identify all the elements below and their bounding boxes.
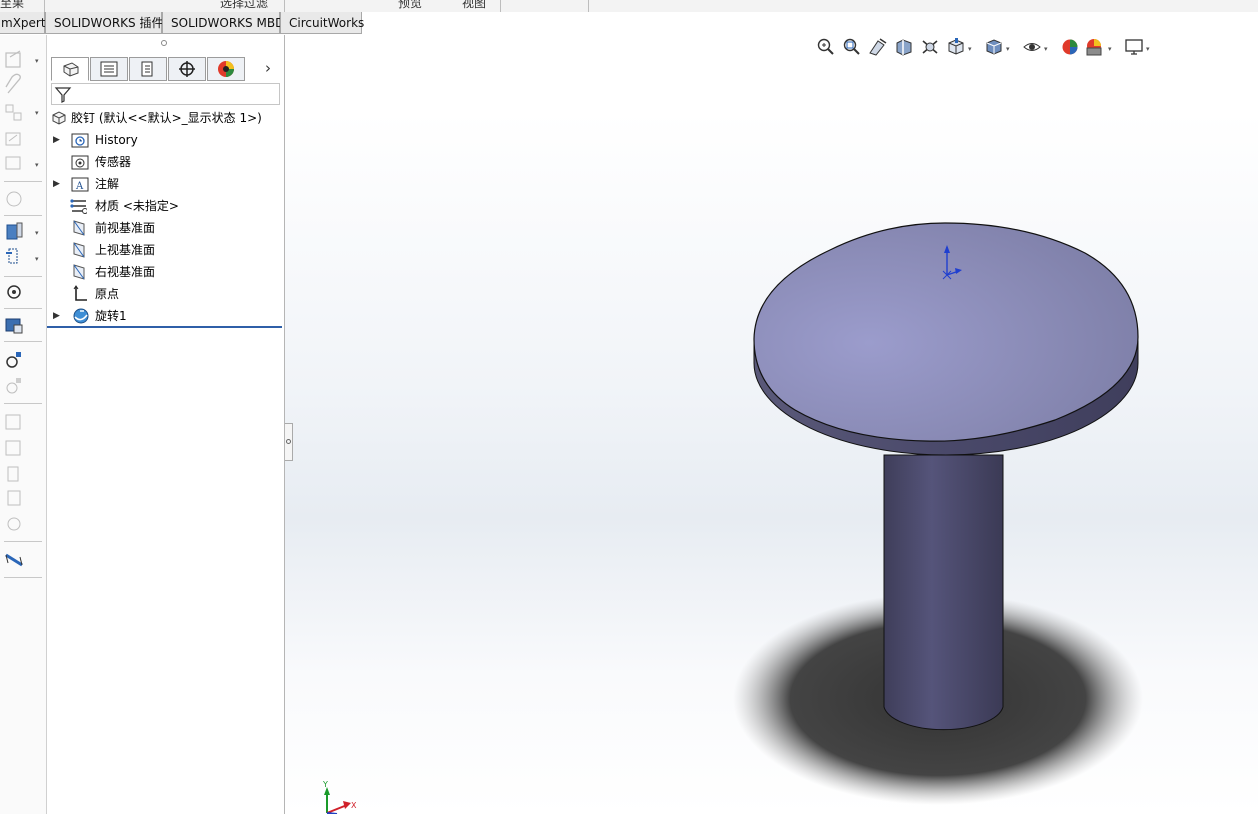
view-editor-icon[interactable] <box>7 490 21 506</box>
sensor-icon <box>71 155 89 170</box>
history-folder-icon <box>71 133 89 148</box>
tree-item-annotations[interactable]: ▶ A 注解 <box>47 174 282 194</box>
mbd-settings-icon[interactable] <box>7 285 21 299</box>
tab-featuremanager-tree[interactable] <box>51 57 89 81</box>
model-scene[interactable]: Y X <box>285 35 1258 814</box>
tree-item-revolve1[interactable]: ▶ 旋转1 <box>47 306 282 326</box>
featuremanager-panel: › 胶钉 (默认<<默认>_显示状态 1>) ▶ History 传感器 ▶ A… <box>47 35 285 814</box>
tab-solidworks-addins[interactable]: SOLIDWORKS 插件 <box>45 12 163 34</box>
svg-text:▾: ▾ <box>35 229 39 237</box>
tree-item-label: 原点 <box>95 287 120 301</box>
command-icons: ▾ ▾ ▾ ▾ ▾ <box>4 50 42 578</box>
compare-icon[interactable] <box>7 517 21 531</box>
surface-finish-icon[interactable] <box>5 156 21 170</box>
annotation-icon: A <box>71 177 89 192</box>
capture-3d-view-icon[interactable] <box>5 318 23 334</box>
tab-propertymanager[interactable] <box>90 57 128 81</box>
tree-item-label: 前视基准面 <box>95 221 156 235</box>
tree-item-label: 上视基准面 <box>95 243 156 257</box>
plane-icon <box>73 242 85 258</box>
material-icon <box>70 199 87 214</box>
paperclip-icon[interactable] <box>5 73 21 94</box>
graphics-viewport[interactable]: ▾ ▾ ▾ ▾ ▾ Y X <box>285 35 1258 814</box>
tree-item-label: History <box>95 133 138 147</box>
manager-tabs <box>51 57 251 82</box>
ribbon-fragment[interactable]: 视图 <box>462 0 486 11</box>
tree-item-label: 注解 <box>95 177 120 191</box>
tree-item-sensors[interactable]: 传感器 <box>47 152 282 172</box>
part-icon <box>52 111 66 125</box>
revolve-feature-icon <box>73 308 89 324</box>
publish-icon[interactable] <box>5 414 21 430</box>
more-tabs-button[interactable]: › <box>265 59 271 77</box>
ribbon-divider <box>284 0 285 12</box>
tab-mbd-dimxpert[interactable]: mXpert <box>0 12 46 34</box>
svg-text:▾: ▾ <box>35 57 39 65</box>
tab-displaymanager[interactable] <box>207 57 245 81</box>
model-cap-top[interactable] <box>753 222 1139 442</box>
ribbon-divider <box>588 0 589 12</box>
tab-circuitworks[interactable]: CircuitWorks <box>280 12 364 34</box>
filter-funnel-icon[interactable] <box>53 84 73 104</box>
command-manager-tabs: mXpert SOLIDWORKS 插件 SOLIDWORKS MBD Circ… <box>0 12 1258 36</box>
ribbon-fragment[interactable]: 至果 <box>0 0 24 11</box>
tab-solidworks-mbd[interactable]: SOLIDWORKS MBD <box>162 12 284 34</box>
tree-item-top-plane[interactable]: 上视基准面 <box>47 240 282 260</box>
dimxpert-crosshair-icon <box>179 61 195 77</box>
ribbon-fragment[interactable]: 预览 <box>398 0 422 11</box>
tab-dimxpertmanager[interactable] <box>168 57 206 81</box>
tree-filter-box[interactable] <box>51 83 280 105</box>
measure-icon[interactable] <box>5 553 23 567</box>
triad-y-label: Y <box>322 780 328 789</box>
origin-icon <box>73 285 87 301</box>
featuremanager-icon <box>63 62 79 77</box>
tree-item-label: 材质 <未指定> <box>95 199 179 213</box>
svg-text:▾: ▾ <box>35 161 39 169</box>
ribbon-divider <box>500 0 501 12</box>
expand-arrow-icon[interactable]: ▶ <box>53 174 60 194</box>
tree-item-label: 右视基准面 <box>95 265 156 279</box>
tree-item-history[interactable]: ▶ History <box>47 130 282 150</box>
reference-triad <box>324 787 351 814</box>
svg-text:A: A <box>75 181 84 192</box>
tree-item-front-plane[interactable]: 前视基准面 <box>47 218 282 238</box>
tree-root-label: 胶钉 (默认<<默认>_显示状态 1>) <box>71 111 262 125</box>
tab-configurationmanager[interactable] <box>129 57 167 81</box>
triad-x-label: X <box>351 801 357 810</box>
template-editor-icon[interactable] <box>7 466 19 482</box>
displaymanager-icon <box>218 61 234 77</box>
tree-root-part[interactable]: 胶钉 (默认<<默认>_显示状态 1>) <box>47 108 282 128</box>
show-tolerance-status-icon[interactable] <box>6 191 22 207</box>
configurationmanager-icon <box>141 61 153 77</box>
propertymanager-icon <box>100 61 118 77</box>
rollback-bar[interactable] <box>47 326 282 328</box>
expand-arrow-icon[interactable]: ▶ <box>53 130 60 150</box>
auto-dimension-icon[interactable] <box>5 50 21 68</box>
svg-text:▾: ▾ <box>35 109 39 117</box>
plane-icon <box>73 220 85 236</box>
model-stem[interactable] <box>883 454 1004 731</box>
tree-item-right-plane[interactable]: 右视基准面 <box>47 262 282 282</box>
3d-view-icon[interactable] <box>6 222 23 240</box>
plane-icon <box>73 264 85 280</box>
geometric-tolerance-icon[interactable] <box>5 132 21 146</box>
ribbon-fragment[interactable]: 选择过滤 <box>220 0 268 11</box>
tree-item-label: 旋转1 <box>95 309 127 323</box>
panel-grip[interactable] <box>161 40 167 46</box>
tree-item-label: 传感器 <box>95 155 132 169</box>
publish-3d-pdf-icon[interactable] <box>5 440 21 456</box>
command-toolbar-vertical: ▾ ▾ ▾ ▾ ▾ <box>0 35 47 814</box>
tree-item-material[interactable]: 材质 <未指定> <box>47 196 282 216</box>
pattern-icon[interactable] <box>6 378 21 394</box>
expand-arrow-icon[interactable]: ▶ <box>53 306 60 326</box>
section-view-icon[interactable] <box>6 248 18 264</box>
tree-item-origin[interactable]: 原点 <box>47 284 282 304</box>
svg-text:▾: ▾ <box>35 255 39 263</box>
datum-icon[interactable] <box>5 104 22 121</box>
dimension-scheme-icon[interactable] <box>6 352 21 368</box>
ribbon-divider <box>44 0 45 12</box>
